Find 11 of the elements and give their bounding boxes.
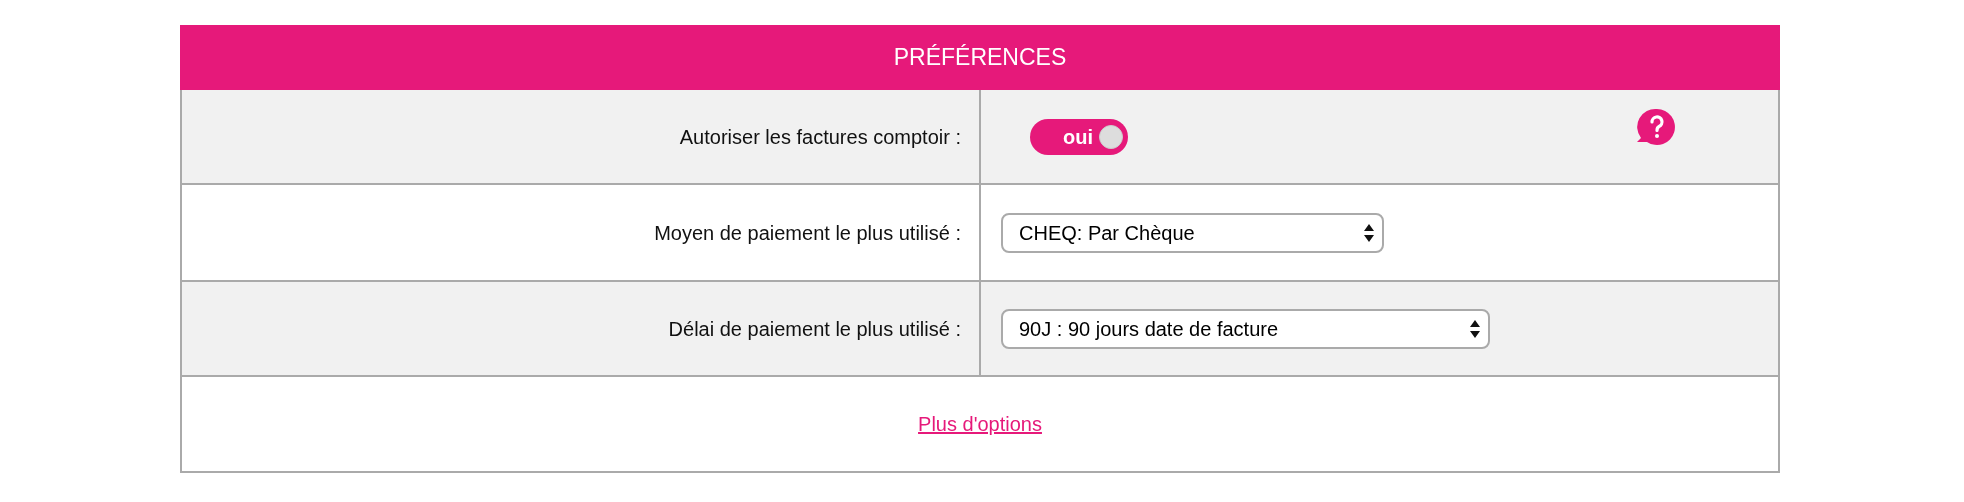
field-label: Moyen de paiement le plus utilisé :: [654, 220, 961, 246]
toggle-switch[interactable]: oui: [1030, 118, 1128, 155]
updown-arrows-icon: [1364, 223, 1374, 242]
help-icon[interactable]: [1636, 107, 1676, 147]
field-label: Délai de paiement le plus utilisé :: [668, 316, 961, 342]
more-options-link[interactable]: Plus d'options: [918, 409, 1042, 439]
updown-arrows-icon: [1470, 319, 1480, 338]
panel-title: PRÉFÉRENCES: [893, 43, 1067, 73]
select-dropdown[interactable]: CHEQ: Par Chèque: [1001, 212, 1384, 253]
field-label: Autoriser les factures comptoir :: [679, 124, 961, 150]
select-dropdown[interactable]: 90J : 90 jours date de facture: [1001, 308, 1490, 349]
